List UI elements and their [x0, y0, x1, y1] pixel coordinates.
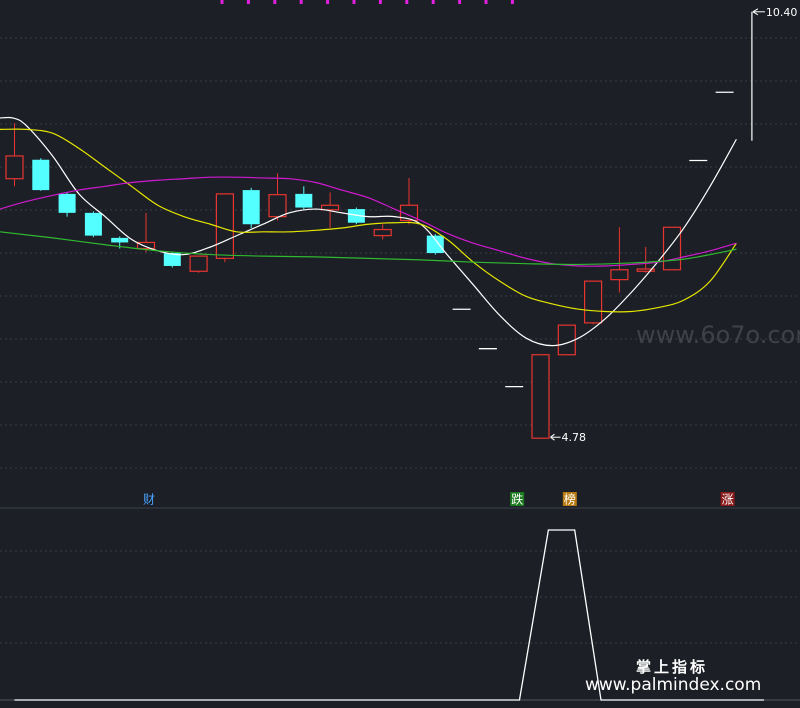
candle-body-down — [84, 212, 102, 236]
faint-watermark: www.6o7o.com — [636, 321, 800, 349]
candle-body-up — [5, 155, 24, 180]
candle-body-up — [215, 193, 234, 259]
low-price-label: 4.78 — [562, 431, 587, 444]
brand-watermark-cn: 掌上指标 — [636, 658, 708, 676]
candle-body-up — [662, 226, 682, 271]
candle-body-up — [373, 228, 392, 237]
stock-chart: 10.40 4.78 财 跌 榜 涨 www.6o7o.com 掌上指标 www.pal… — [0, 0, 800, 708]
brand-watermark-url: www.palmindex.com — [585, 675, 761, 695]
candle-body-down — [242, 190, 260, 225]
candle-body-up — [583, 280, 603, 324]
candle-body-down — [58, 193, 76, 213]
candle-body-down — [426, 235, 444, 254]
marker-label: 财 — [143, 493, 155, 507]
marker-label: 跌 — [511, 492, 523, 507]
candle-body-up — [136, 241, 156, 250]
candle-body-up — [610, 269, 629, 281]
candle-body-down — [295, 193, 313, 208]
candle-body-up — [268, 194, 287, 218]
candle-body-up — [189, 255, 208, 272]
candle-body-up — [557, 324, 576, 356]
chart-background — [0, 0, 800, 708]
high-price-label: 10.40 — [766, 6, 798, 19]
marker-label: 涨 — [722, 492, 734, 507]
candle-body-up — [531, 354, 550, 439]
candle-body-up — [321, 204, 340, 211]
marker-label: 榜 — [564, 492, 576, 507]
candle-body-down — [32, 159, 50, 191]
candle-body-down — [111, 237, 129, 243]
